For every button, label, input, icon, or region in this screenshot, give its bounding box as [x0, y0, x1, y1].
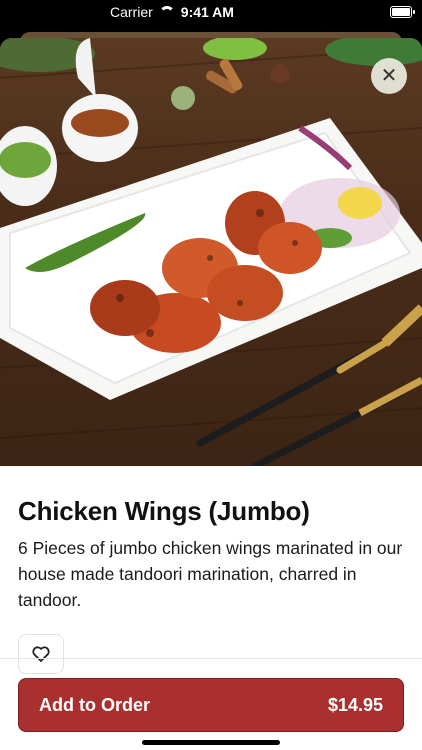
status-bar: Carrier 9:41 AM: [0, 0, 422, 26]
item-price: $14.95: [327, 694, 383, 715]
item-description: 6 Pieces of jumbo chicken wings marinate…: [18, 538, 403, 610]
add-to-order-label: Add to Order: [39, 694, 150, 715]
battery-icon: [390, 6, 415, 18]
status-left: Carrier 9:41 AM: [110, 4, 234, 20]
item-image: ✕: [0, 38, 422, 466]
clock: 9:41 AM: [180, 4, 234, 20]
heart-icon: [32, 646, 50, 662]
carrier-label: Carrier: [110, 4, 153, 20]
close-icon: ✕: [380, 65, 398, 87]
item-title: Chicken Wings (Jumbo): [18, 496, 310, 526]
close-button[interactable]: ✕: [371, 58, 407, 94]
favorite-button[interactable]: [18, 634, 64, 674]
home-indicator: [142, 740, 280, 745]
item-detail-sheet: ✕ Chicken Wings (Jumbo) 6 Pieces of jumb…: [0, 38, 422, 750]
add-to-order-button[interactable]: Add to Order $14.95: [18, 678, 404, 732]
wifi-icon: [158, 6, 175, 18]
footer-divider: [0, 658, 422, 659]
